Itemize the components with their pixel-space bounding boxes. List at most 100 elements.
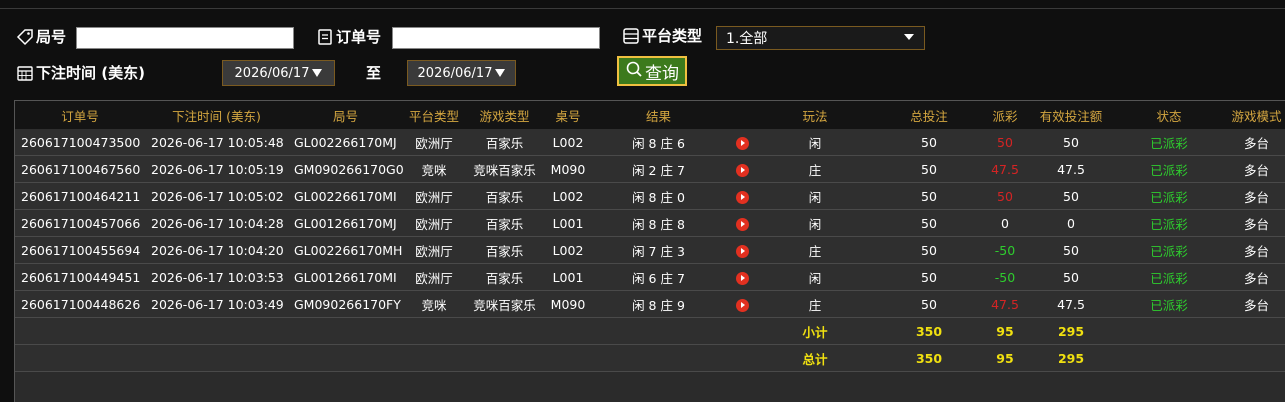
cell-play: 闲 <box>760 209 870 237</box>
table-row: 260617100464211 2026-06-17 10:05:02 GL0022… <box>15 182 1285 210</box>
replay-cell <box>725 129 760 156</box>
table-row: 260617100455694 2026-06-17 10:04:20 GL0022… <box>15 236 1285 264</box>
cell-table-no: L002 <box>544 129 592 156</box>
cell-time: 2026-06-17 10:03:53 <box>145 263 288 291</box>
cell-valid: 50 <box>1022 182 1120 210</box>
cell-result: 闲 8 庄 6 <box>592 129 725 156</box>
to-label: 至 <box>366 64 382 82</box>
cell-order: 260617100473500 <box>15 129 145 156</box>
cell-table-no: M090 <box>544 290 592 318</box>
empty-cell <box>465 317 544 345</box>
cell-mode: 多台 <box>1218 182 1285 210</box>
cell-play: 庄 <box>760 155 870 183</box>
cell-valid: 50 <box>1022 263 1120 291</box>
cell-bet: 50 <box>870 263 988 291</box>
cell-table-no: M090 <box>544 155 592 183</box>
ju-input[interactable] <box>76 27 294 49</box>
replay-cell <box>725 155 760 183</box>
cell-ju: GL001266170MJ <box>288 209 403 237</box>
play-icon[interactable] <box>736 136 749 150</box>
column-header <box>725 101 760 129</box>
cell-mode: 多台 <box>1218 129 1285 156</box>
cell-payout: 0 <box>988 209 1022 237</box>
chevron-down-icon <box>904 34 914 40</box>
column-header: 游戏类型 <box>465 101 544 129</box>
cell-status: 已派彩 <box>1120 290 1218 318</box>
platform-label: 平台类型 <box>622 25 702 46</box>
cell-status: 已派彩 <box>1120 236 1218 264</box>
play-icon[interactable] <box>736 244 749 258</box>
play-icon[interactable] <box>736 271 749 285</box>
cell-platform: 竞咪 <box>403 290 465 318</box>
empty-cell <box>403 317 465 345</box>
cell-game: 竞咪百家乐 <box>465 290 544 318</box>
date-to-picker[interactable]: 2026/06/17 <box>407 60 516 86</box>
cell-mode: 多台 <box>1218 236 1285 264</box>
receipt-icon <box>316 28 334 46</box>
play-icon[interactable] <box>736 190 749 204</box>
orders-table: 订单号 下注时间 (美东) 局号 平台类型 游戏类型 桌号 结果 玩法 总投注 派彩 有效投注额 状态… <box>15 101 1285 372</box>
cell-payout: -50 <box>988 263 1022 291</box>
cell-status: 已派彩 <box>1120 182 1218 210</box>
cell-payout: 50 <box>988 182 1022 210</box>
cell-result: 闲 7 庄 3 <box>592 236 725 264</box>
cell-ju: GM090266170FY <box>288 290 403 318</box>
empty-cell <box>544 317 592 345</box>
cell-play: 庄 <box>760 290 870 318</box>
empty-cell <box>403 344 465 372</box>
subtotal-bet: 350 <box>870 317 988 345</box>
empty-cell <box>15 317 145 345</box>
cell-result: 闲 6 庄 7 <box>592 263 725 291</box>
column-header: 玩法 <box>760 101 870 129</box>
cell-table-no: L001 <box>544 209 592 237</box>
filter-bar: 局号 订单号 平台类型 1.全部 下注时间 (美东) 2026/06/17 至 … <box>0 0 1285 100</box>
cell-order: 260617100449451 <box>15 263 145 291</box>
subtotal-payout: 95 <box>988 317 1022 345</box>
subtotal-valid: 295 <box>1022 317 1120 345</box>
cell-valid: 50 <box>1022 236 1120 264</box>
empty-cell <box>1120 344 1218 372</box>
empty-cell <box>725 344 760 372</box>
cell-order: 260617100457066 <box>15 209 145 237</box>
column-header: 游戏模式 <box>1218 101 1285 129</box>
platform-list-icon <box>622 27 640 45</box>
cell-ju: GL002266170MI <box>288 182 403 210</box>
empty-cell <box>15 344 145 372</box>
cell-bet: 50 <box>870 209 988 237</box>
cell-payout: 47.5 <box>988 290 1022 318</box>
column-header: 桌号 <box>544 101 592 129</box>
cell-play: 庄 <box>760 236 870 264</box>
cell-mode: 多台 <box>1218 155 1285 183</box>
bet-time-label: 下注时间 (美东) <box>16 62 145 83</box>
cell-bet: 50 <box>870 155 988 183</box>
dropdown-triangle-icon <box>312 69 323 77</box>
cell-game: 百家乐 <box>465 129 544 156</box>
play-icon[interactable] <box>736 298 749 312</box>
cell-time: 2026-06-17 10:04:20 <box>145 236 288 264</box>
cell-play: 闲 <box>760 182 870 210</box>
cell-time: 2026-06-17 10:05:02 <box>145 182 288 210</box>
cell-order: 260617100467560 <box>15 155 145 183</box>
query-button[interactable]: 查询 <box>617 56 687 86</box>
empty-cell <box>145 344 288 372</box>
total-payout: 95 <box>988 344 1022 372</box>
order-input[interactable] <box>392 27 600 49</box>
cell-status: 已派彩 <box>1120 209 1218 237</box>
date-from-picker[interactable]: 2026/06/17 <box>222 60 335 86</box>
cell-bet: 50 <box>870 129 988 156</box>
column-header: 平台类型 <box>403 101 465 129</box>
cell-status: 已派彩 <box>1120 155 1218 183</box>
cell-time: 2026-06-17 10:03:49 <box>145 290 288 318</box>
cell-mode: 多台 <box>1218 209 1285 237</box>
replay-cell <box>725 182 760 210</box>
empty-cell <box>725 317 760 345</box>
tag-icon <box>16 28 34 46</box>
total-bet: 350 <box>870 344 988 372</box>
cell-game: 百家乐 <box>465 236 544 264</box>
cell-result: 闲 2 庄 7 <box>592 155 725 183</box>
play-icon[interactable] <box>736 163 749 177</box>
platform-select[interactable]: 1.全部 <box>716 26 925 50</box>
column-header: 派彩 <box>988 101 1022 129</box>
cell-table-no: L002 <box>544 236 592 264</box>
play-icon[interactable] <box>736 217 749 231</box>
